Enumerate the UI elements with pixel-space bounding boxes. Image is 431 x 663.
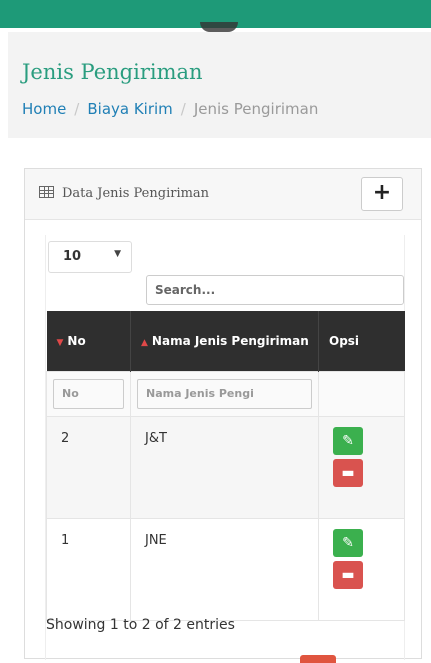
page-length-value: 10 xyxy=(63,249,82,264)
table-row: 2 J&T ✎ ▬ xyxy=(46,416,405,519)
search-input[interactable]: Search... xyxy=(146,275,404,305)
sort-desc-icon: ▼ xyxy=(56,338,64,348)
trash-icon: ▬ xyxy=(341,567,355,583)
page-length-select[interactable]: 10 ▼ xyxy=(48,241,132,273)
pencil-icon: ✎ xyxy=(342,433,354,449)
table-header-row: ▼ No ▲ Nama Jenis Pengiriman Opsi xyxy=(46,311,405,372)
filter-cell xyxy=(318,371,405,417)
card-title: Data Jenis Pengiriman xyxy=(39,186,209,201)
content-header: Jenis Pengiriman Home / Biaya Kirim / Jenis … xyxy=(8,32,431,138)
breadcrumb-biaya-kirim-link[interactable]: Biaya Kirim xyxy=(87,100,172,118)
edit-button[interactable]: ✎ xyxy=(333,427,363,455)
pencil-icon: ✎ xyxy=(342,535,354,551)
column-header-nama[interactable]: ▲ Nama Jenis Pengiriman xyxy=(130,311,319,372)
cell-nama: J&T xyxy=(130,416,319,519)
edit-button[interactable]: ✎ xyxy=(333,529,363,557)
breadcrumb: Home / Biaya Kirim / Jenis Pengiriman xyxy=(22,100,318,118)
card-title-text: Data Jenis Pengiriman xyxy=(62,186,210,201)
column-header-label: No xyxy=(67,334,86,348)
caret-down-icon: ▼ xyxy=(114,249,121,259)
filter-cell: Nama Jenis Pengi xyxy=(130,371,319,417)
table-row: 1 JNE ✎ ▬ xyxy=(46,518,405,621)
breadcrumb-home-link[interactable]: Home xyxy=(22,100,66,118)
filter-no-input[interactable]: No xyxy=(53,379,124,409)
top-navbar xyxy=(0,0,431,32)
cell-no: 1 xyxy=(46,518,131,621)
breadcrumb-separator: / xyxy=(180,100,186,118)
cell-opsi: ✎ ▬ xyxy=(318,416,405,519)
column-header-no[interactable]: ▼ No xyxy=(46,311,131,372)
data-card: Data Jenis Pengiriman + 10 ▼ Search... ▼… xyxy=(24,168,422,663)
delete-button[interactable]: ▬ xyxy=(333,459,363,487)
column-header-label: Opsi xyxy=(329,334,360,348)
breadcrumb-current: Jenis Pengiriman xyxy=(193,100,319,118)
table-info: Showing 1 to 2 of 2 entries xyxy=(46,617,235,633)
pagination-active-page[interactable] xyxy=(300,655,336,663)
delete-button[interactable]: ▬ xyxy=(333,561,363,589)
table-grid-icon xyxy=(39,186,54,198)
cell-nama: JNE xyxy=(130,518,319,621)
column-header-opsi: Opsi xyxy=(318,311,405,372)
column-header-label: Nama Jenis Pengiriman xyxy=(151,334,309,348)
data-table: ▼ No ▲ Nama Jenis Pengiriman Opsi No Nama … xyxy=(46,311,405,621)
search-placeholder: Search... xyxy=(155,283,216,297)
navbar-toggle-handle[interactable] xyxy=(200,22,238,32)
sort-asc-icon: ▲ xyxy=(141,338,148,348)
filter-cell: No xyxy=(46,371,131,417)
card-header: Data Jenis Pengiriman + xyxy=(25,169,421,220)
breadcrumb-separator: / xyxy=(74,100,80,118)
page-title: Jenis Pengiriman xyxy=(22,60,203,84)
table-wrapper: 10 ▼ Search... ▼ No ▲ Nama Jenis Pengirima… xyxy=(45,235,405,663)
cell-no: 2 xyxy=(46,416,131,519)
cell-opsi: ✎ ▬ xyxy=(318,518,405,621)
filter-row: No Nama Jenis Pengi xyxy=(46,371,405,417)
add-button[interactable]: + xyxy=(361,177,403,211)
filter-nama-input[interactable]: Nama Jenis Pengi xyxy=(137,379,312,409)
trash-icon: ▬ xyxy=(341,465,355,481)
